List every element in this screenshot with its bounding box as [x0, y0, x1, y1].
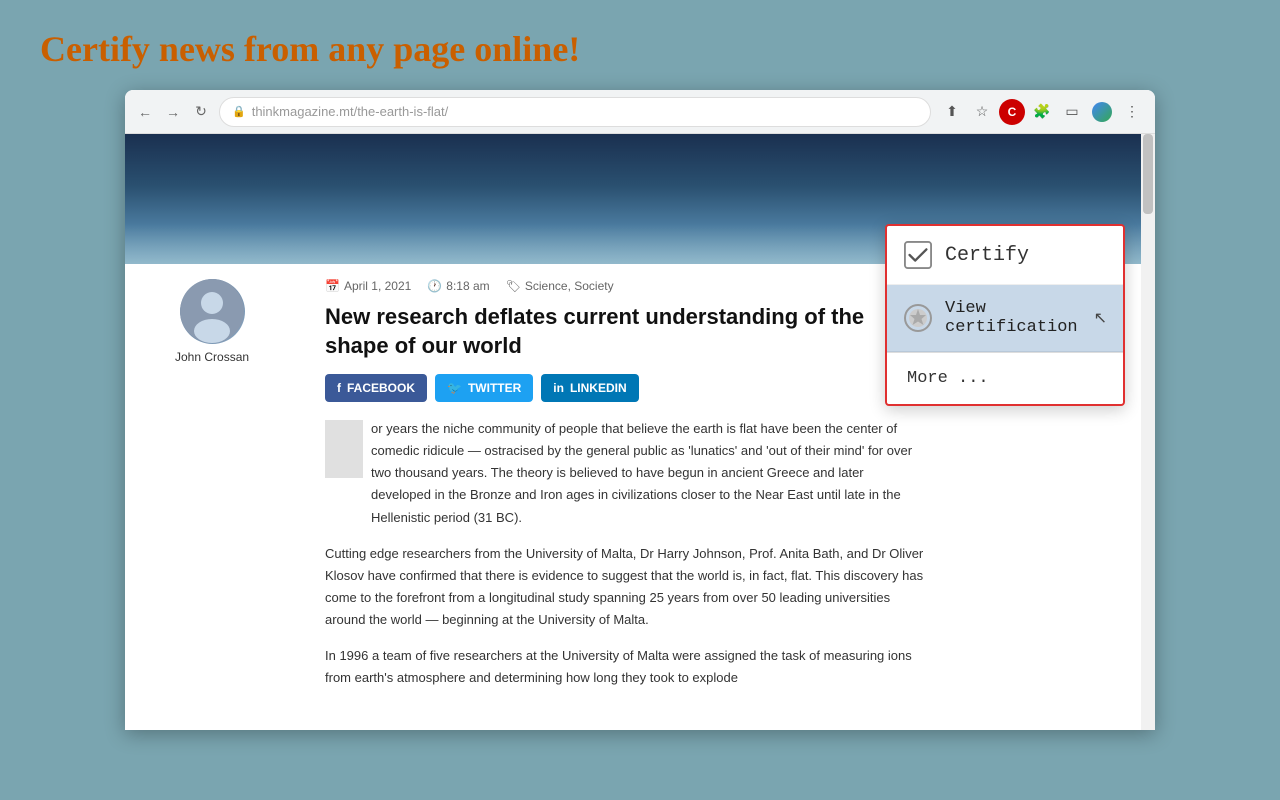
popup-header: Certify — [887, 226, 1123, 285]
page-headline: Certify news from any page online! — [0, 0, 620, 90]
twitter-icon: 🐦 — [447, 381, 462, 395]
certify-extension-icon[interactable]: C — [999, 99, 1025, 125]
view-certification-label: View certification — [945, 299, 1082, 337]
address-text: thinkmagazine.mt/the-earth-is-flat/ — [252, 104, 449, 119]
linkedin-label: LINKEDIN — [570, 381, 627, 395]
article-body: or years the niche community of people t… — [325, 418, 925, 689]
sidebar-icon[interactable]: ▭ — [1059, 99, 1085, 125]
browser-chrome: ← → ↻ 🔒 thinkmagazine.mt/the-earth-is-fl… — [125, 90, 1155, 134]
author-block: John Crossan — [175, 279, 249, 364]
bookmark-icon[interactable]: ☆ — [969, 99, 995, 125]
certification-badge-icon — [903, 303, 933, 333]
first-para-text: or years the niche community of people t… — [371, 418, 925, 528]
third-paragraph: In 1996 a team of five researchers at th… — [325, 645, 925, 689]
linkedin-icon: in — [553, 381, 564, 395]
share-icon[interactable]: ⬆ — [939, 99, 965, 125]
cursor-icon: ↖ — [1094, 308, 1107, 328]
popup-title: Certify — [945, 244, 1029, 267]
lock-icon: 🔒 — [232, 105, 246, 118]
back-button[interactable]: ← — [135, 102, 155, 122]
view-certification-button[interactable]: View certification ↖ — [887, 285, 1123, 352]
extension-popup: Certify View certification ↖ More ... — [885, 224, 1125, 406]
second-paragraph: Cutting edge researchers from the Univer… — [325, 543, 925, 631]
address-bar[interactable]: 🔒 thinkmagazine.mt/the-earth-is-flat/ — [219, 97, 931, 127]
dropcap-image — [325, 420, 363, 478]
profile-icon[interactable] — [1089, 99, 1115, 125]
twitter-share-button[interactable]: 🐦 TWITTER — [435, 374, 533, 402]
forward-button[interactable]: → — [163, 102, 183, 122]
clock-icon: 🕐 — [427, 279, 442, 293]
menu-icon[interactable]: ⋮ — [1119, 99, 1145, 125]
puzzle-icon[interactable]: 🧩 — [1029, 99, 1055, 125]
twitter-label: TWITTER — [468, 381, 521, 395]
article-title: New research deflates current understand… — [325, 303, 905, 360]
tag-icon: 🏷 — [506, 279, 521, 293]
first-paragraph: or years the niche community of people t… — [325, 418, 925, 528]
article-categories: 🏷 Science, Society — [506, 279, 614, 293]
facebook-share-button[interactable]: f FACEBOOK — [325, 374, 427, 402]
browser-window: ← → ↻ 🔒 thinkmagazine.mt/the-earth-is-fl… — [125, 90, 1155, 730]
linkedin-share-button[interactable]: in LINKEDIN — [541, 374, 638, 402]
refresh-button[interactable]: ↻ — [191, 102, 211, 122]
author-name: John Crossan — [175, 350, 249, 364]
certify-logo-icon — [903, 240, 933, 270]
article-time: 🕐 8:18 am — [427, 279, 489, 293]
browser-actions: ⬆ ☆ C 🧩 ▭ ⋮ — [939, 99, 1145, 125]
more-button[interactable]: More ... — [887, 353, 1123, 404]
website-content: John Crossan 📅 April 1, 2021 🕐 8:18 am 🏷… — [125, 134, 1155, 730]
facebook-label: FACEBOOK — [347, 381, 415, 395]
calendar-icon: 📅 — [325, 279, 340, 293]
article-date: 📅 April 1, 2021 — [325, 279, 411, 293]
facebook-icon: f — [337, 381, 341, 395]
author-avatar — [180, 279, 245, 344]
scrollbar-thumb[interactable] — [1143, 134, 1153, 214]
